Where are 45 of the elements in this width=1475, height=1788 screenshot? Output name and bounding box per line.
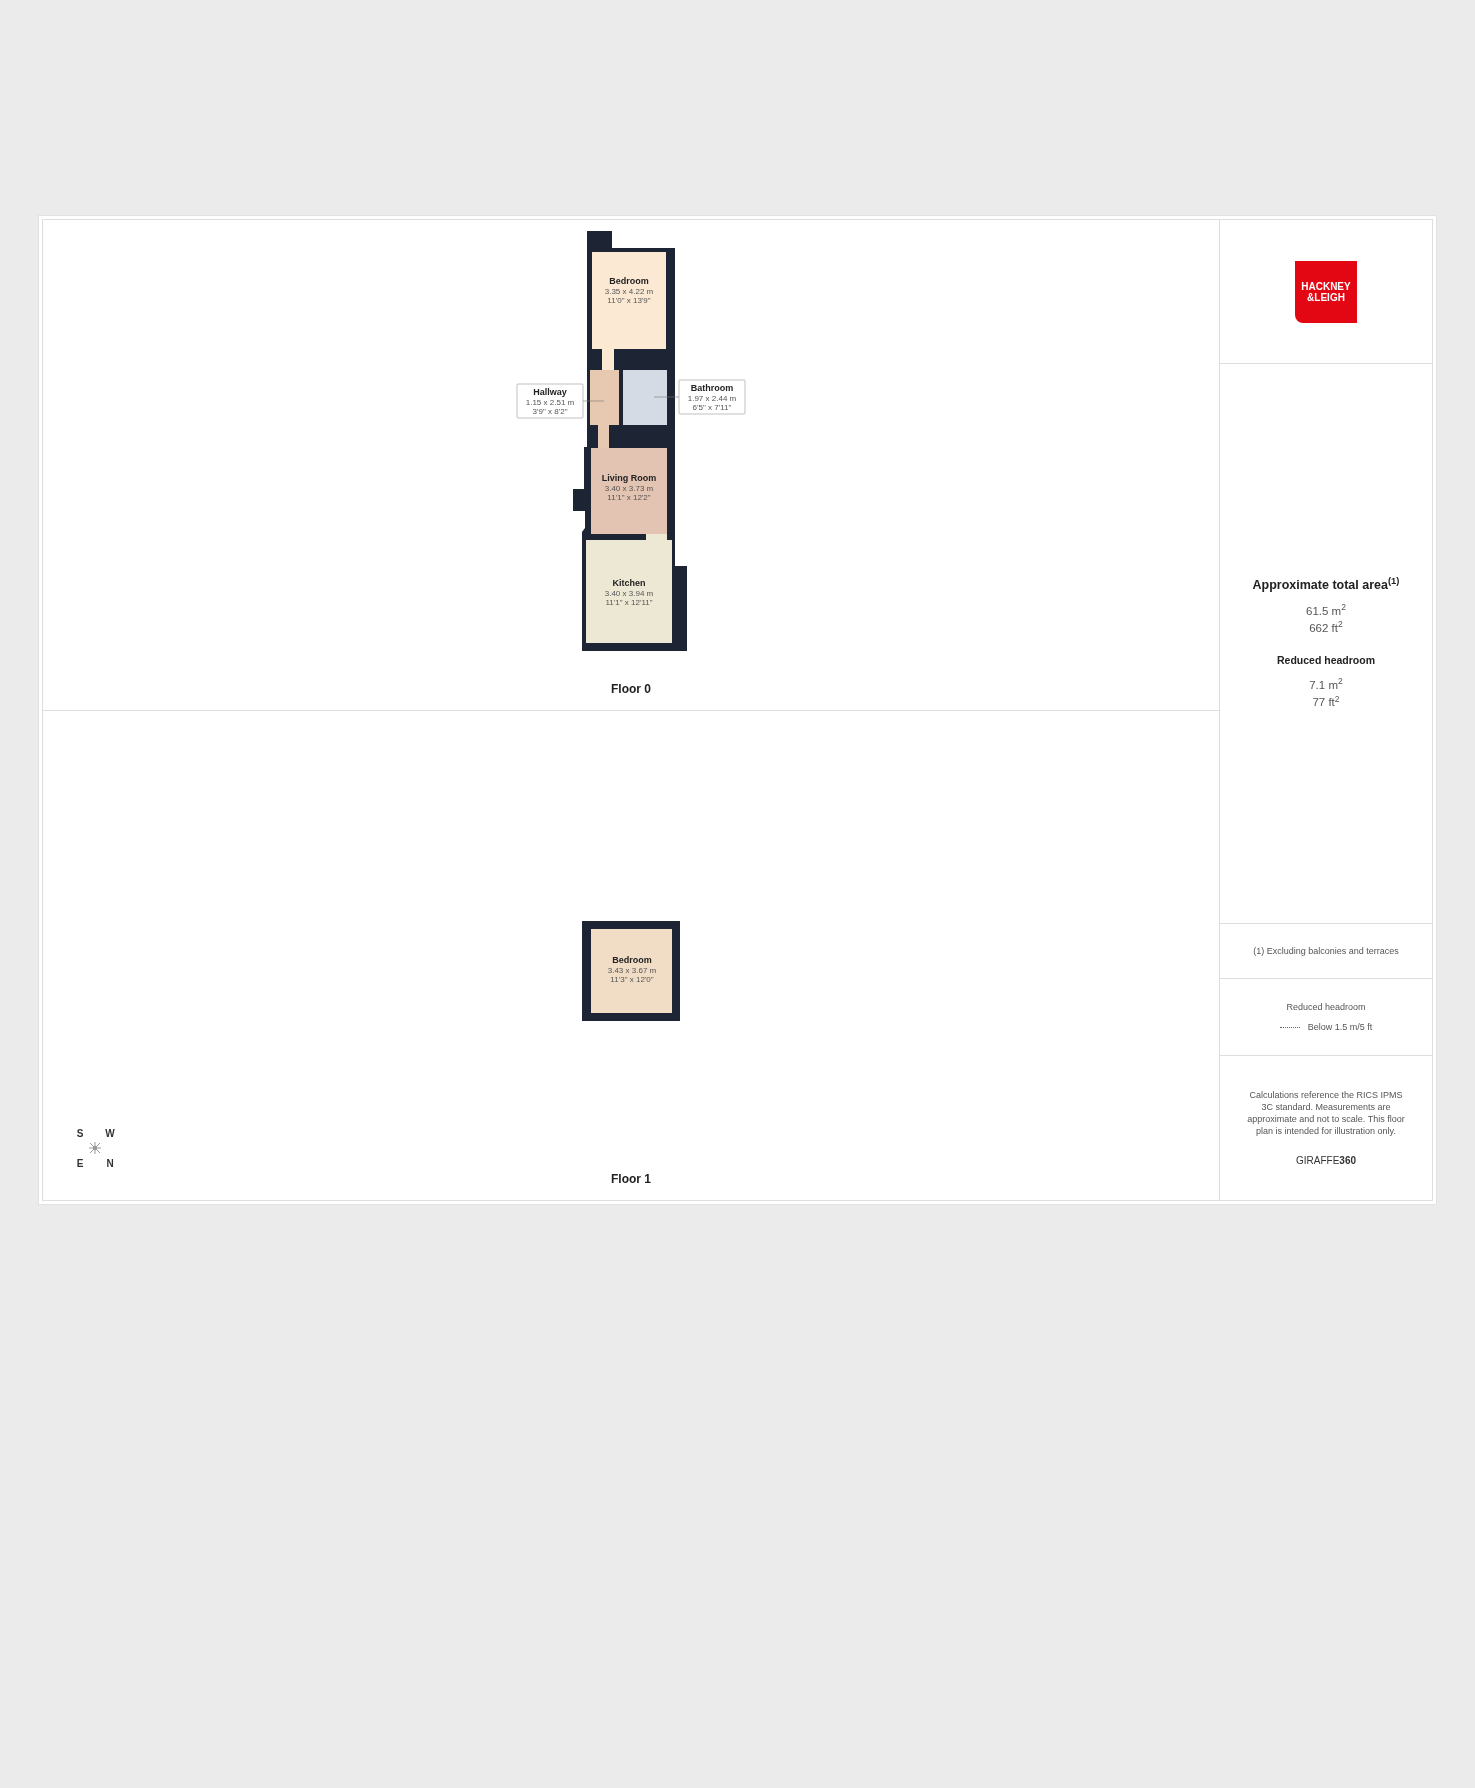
area-metric: 61.5 m$^{2}$ <box>1306 602 1346 619</box>
room-name: Living Room <box>601 473 657 483</box>
room-floor <box>623 370 667 425</box>
logo-text: &LEIGH <box>1307 291 1345 303</box>
compass-label: N <box>106 1156 114 1171</box>
room-name: Kitchen <box>612 578 646 588</box>
room-size-metric: 1.15 x 2.51 m <box>525 398 575 407</box>
room-size-imperial: 11'1" x 12'11" <box>605 598 653 607</box>
leader-line <box>582 400 605 402</box>
room-floor <box>590 370 619 425</box>
room-name: Bedroom <box>609 276 649 286</box>
room-size-imperial: 11'0" x 13'9" <box>607 296 651 305</box>
legend-label: Below 1.5 m/5 ft <box>1307 1021 1373 1033</box>
floor-label: Floor 0 <box>611 681 651 698</box>
room-size-imperial: 11'1" x 12'2" <box>607 493 651 502</box>
compass-star-icon <box>88 1141 102 1155</box>
reduced-headroom-title: Reduced headroom <box>1277 653 1375 668</box>
room-size-metric: 3.35 x 4.22 m <box>604 287 654 296</box>
disclaimer-text: Calculations reference the RICS IPMS 3C standard. Measurements are approximate and not to scale. This floor plan is intended for illustration only. <box>1246 1088 1406 1137</box>
logo-text: HACKNEY <box>1301 280 1351 292</box>
reduced-metric: 7.1 m$^{2}$ <box>1309 676 1343 693</box>
leader-line <box>653 396 680 398</box>
compass-label: E <box>76 1156 84 1171</box>
compass-label: S <box>76 1126 84 1141</box>
area-imperial: 662 ft$^{2}$ <box>1309 619 1343 636</box>
room-name: Bathroom <box>690 383 734 393</box>
legend-title: Reduced headroom <box>1286 1001 1366 1013</box>
dotted-line-icon <box>1279 1026 1300 1028</box>
room-size-metric: 3.43 x 3.67 m <box>607 965 657 975</box>
room-name: Bedroom <box>612 954 652 965</box>
room-size-metric: 1.97 x 2.44 m <box>687 394 737 403</box>
room-label-box <box>678 379 746 415</box>
room-size-metric: 3.40 x 3.94 m <box>604 589 654 598</box>
room-size-imperial: 6'5" x 7'11" <box>692 403 732 412</box>
room-size-imperial: 3'9" x 8'2" <box>532 407 568 416</box>
room-size-metric: 3.40 x 3.73 m <box>604 484 654 493</box>
room-size-imperial: 11'3" x 12'0" <box>610 974 654 984</box>
room-name: Hallway <box>533 387 567 397</box>
brand-logo: GIRAFFE360 <box>1296 1153 1356 1168</box>
compass-label: W <box>105 1126 115 1141</box>
area-title: Approximate total area$^{(1)}$ <box>1252 575 1400 594</box>
floor-label: Floor 1 <box>611 1171 651 1188</box>
reduced-imperial: 77 ft$^{2}$ <box>1312 694 1340 710</box>
room-label-box <box>516 383 584 419</box>
footnote: (1) Excluding balconies and terraces <box>1253 945 1399 957</box>
